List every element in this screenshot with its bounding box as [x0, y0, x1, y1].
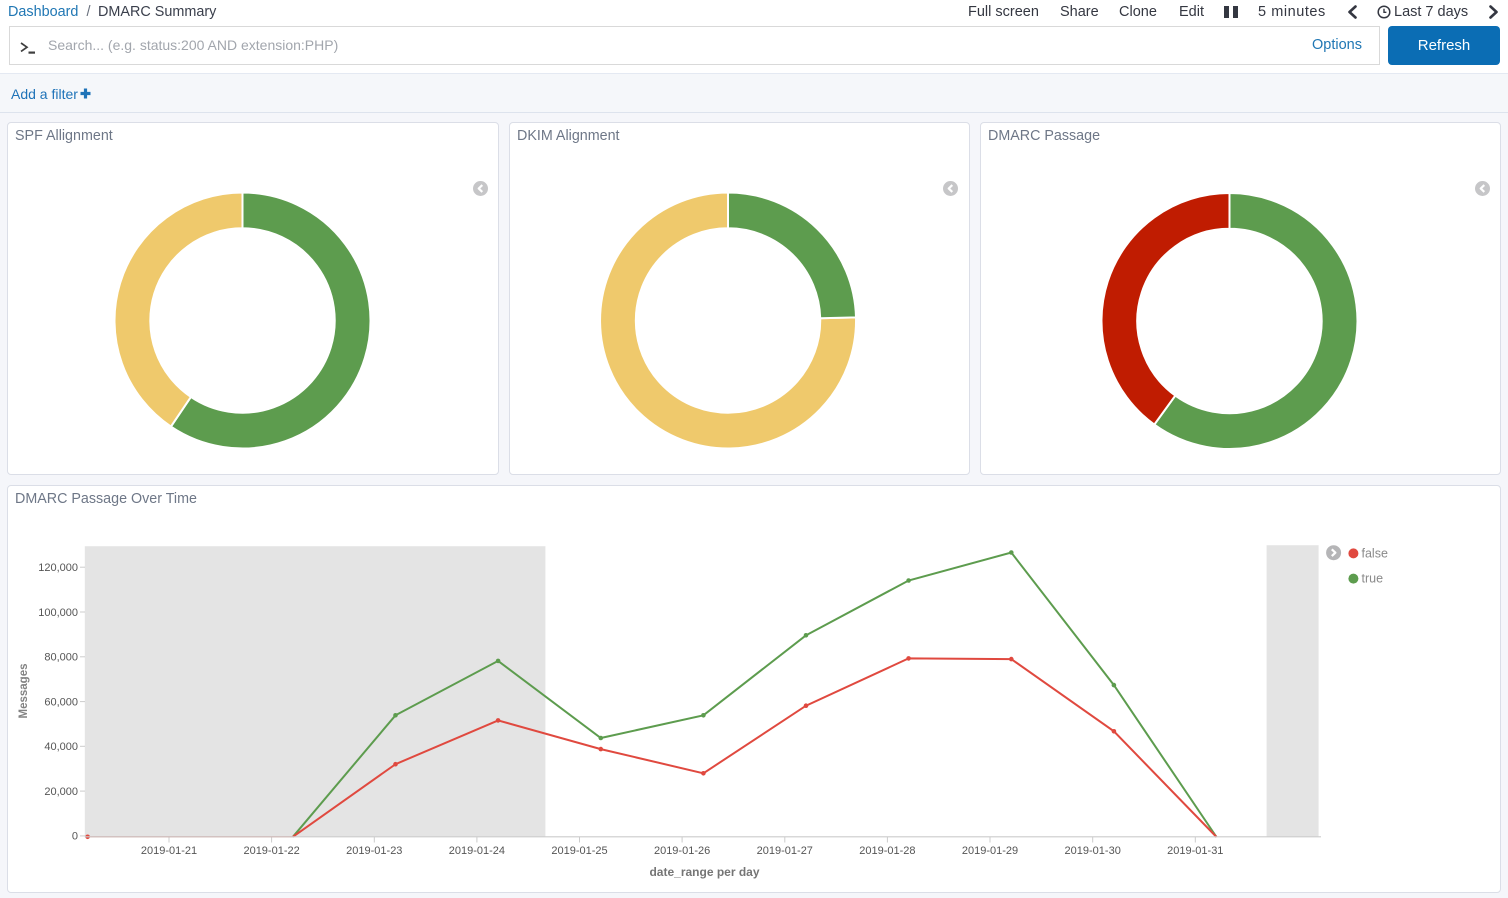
svg-text:date_range per day: date_range per day [649, 865, 759, 879]
svg-text:true: true [1362, 572, 1384, 586]
svg-text:40,000: 40,000 [44, 741, 78, 753]
svg-text:60,000: 60,000 [44, 696, 78, 708]
svg-text:0: 0 [72, 831, 78, 843]
svg-text:20,000: 20,000 [44, 786, 78, 798]
svg-text:Messages: Messages [18, 664, 30, 719]
svg-text:2019-01-25: 2019-01-25 [551, 845, 607, 857]
svg-text:120,000: 120,000 [38, 562, 78, 574]
svg-text:2019-01-31: 2019-01-31 [1167, 845, 1223, 857]
svg-text:2019-01-27: 2019-01-27 [757, 845, 813, 857]
svg-text:80,000: 80,000 [44, 652, 78, 664]
svg-text:false: false [1362, 547, 1388, 561]
svg-text:2019-01-24: 2019-01-24 [449, 845, 505, 857]
svg-text:2019-01-30: 2019-01-30 [1065, 845, 1121, 857]
svg-text:100,000: 100,000 [38, 607, 78, 619]
svg-text:2019-01-23: 2019-01-23 [346, 845, 402, 857]
svg-text:2019-01-26: 2019-01-26 [654, 845, 710, 857]
svg-text:2019-01-28: 2019-01-28 [859, 845, 915, 857]
svg-text:2019-01-29: 2019-01-29 [962, 845, 1018, 857]
svg-text:2019-01-21: 2019-01-21 [141, 845, 197, 857]
svg-text:2019-01-22: 2019-01-22 [243, 845, 299, 857]
